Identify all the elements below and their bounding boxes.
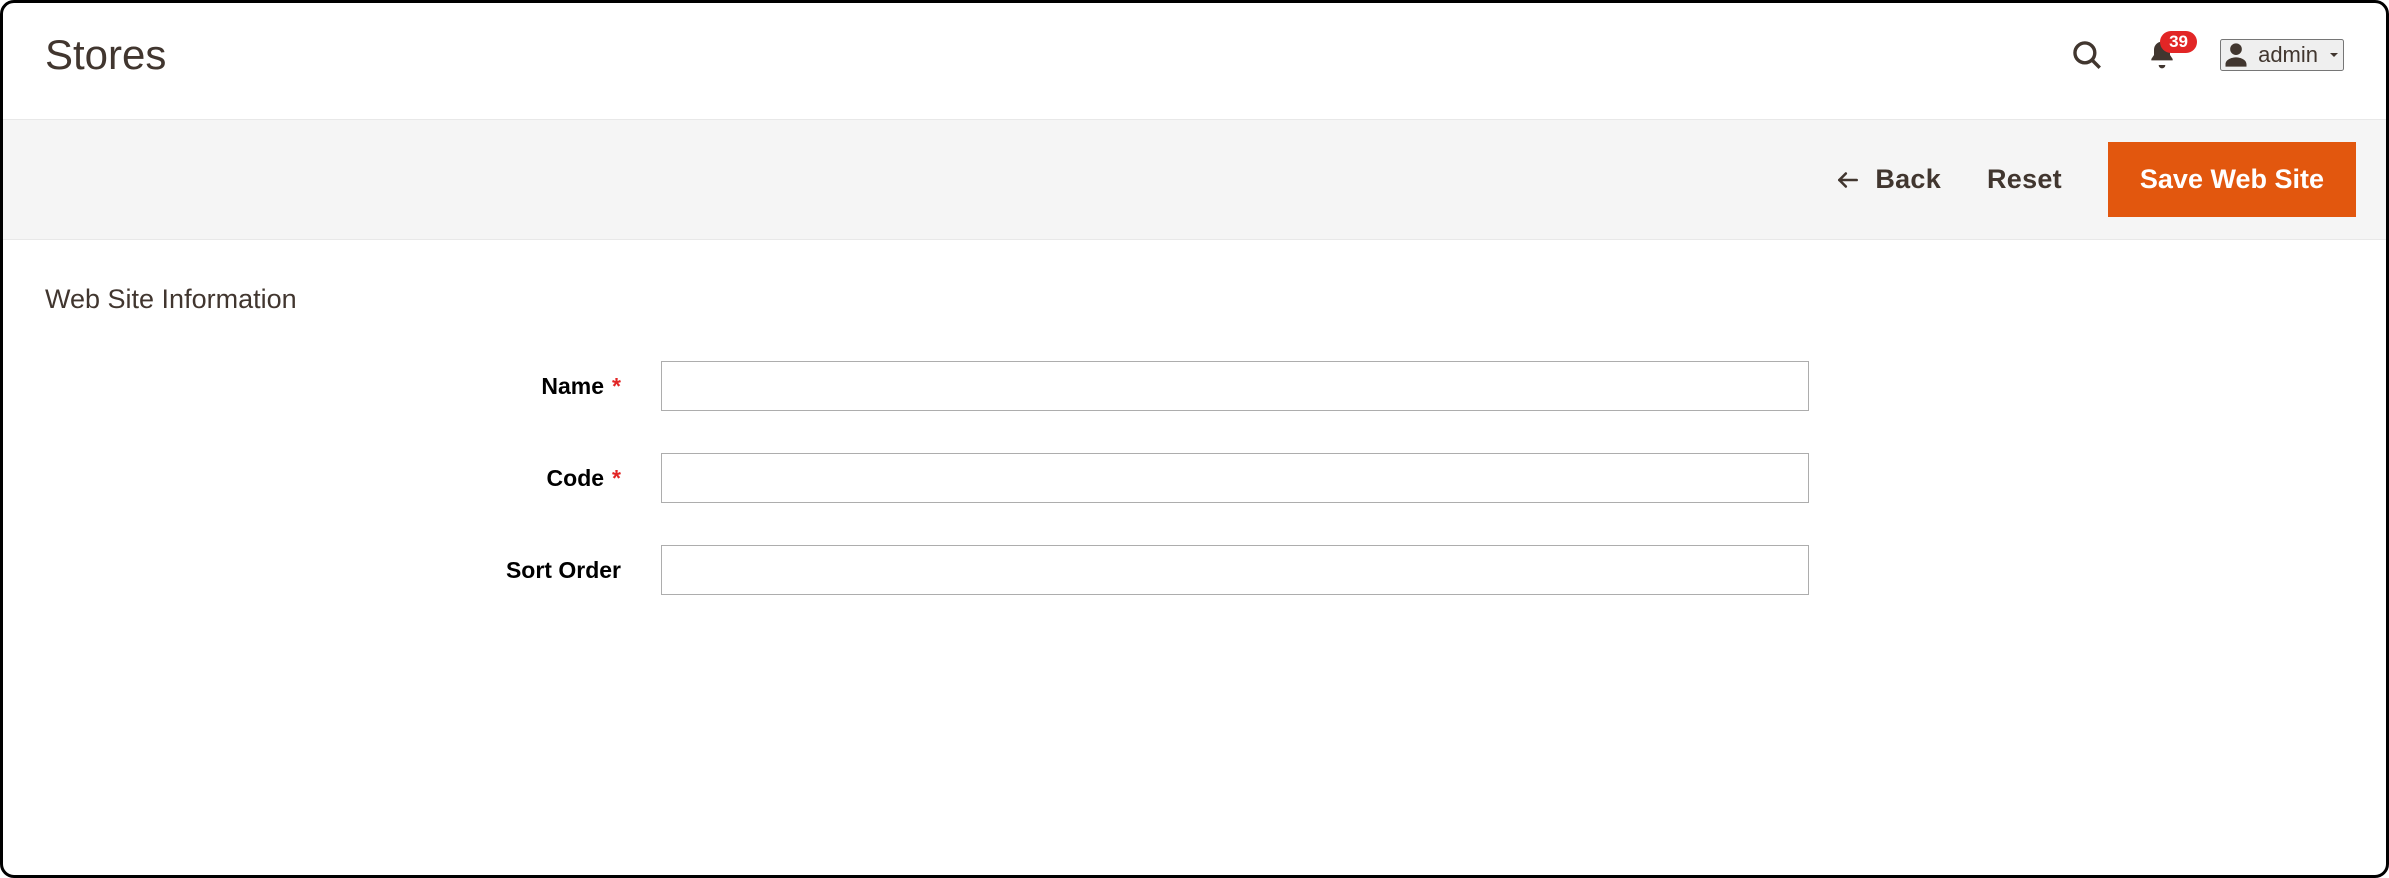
save-label: Save Web Site [2140,164,2324,194]
search-icon [2070,38,2104,72]
section-title: Web Site Information [45,284,2344,315]
user-icon [2222,41,2250,69]
field-label-sort-order: Sort Order [45,557,661,584]
field-row-name: Name* [45,361,2344,411]
page-root: Stores 39 admin Back Reset Save Web Sit [0,0,2389,878]
reset-label: Reset [1987,164,2062,195]
form-section: Web Site Information Name* Code* Sort Or… [3,240,2386,681]
sort-order-input[interactable] [661,545,1809,595]
reset-button[interactable]: Reset [1987,164,2062,195]
back-label: Back [1875,164,1941,195]
field-label-code: Code* [45,465,661,492]
header-actions: 39 admin [2070,38,2344,72]
page-title: Stores [45,31,166,79]
save-button[interactable]: Save Web Site [2108,142,2356,217]
field-row-sort-order: Sort Order [45,545,2344,595]
field-row-code: Code* [45,453,2344,503]
required-mark: * [612,373,621,399]
search-button[interactable] [2070,38,2104,72]
name-input[interactable] [661,361,1809,411]
action-bar: Back Reset Save Web Site [3,119,2386,240]
notifications-badge: 39 [2160,31,2197,53]
code-input[interactable] [661,453,1809,503]
notifications-button[interactable]: 39 [2146,39,2178,71]
arrow-left-icon [1835,167,1861,193]
user-label: admin [2258,42,2318,68]
back-button[interactable]: Back [1835,164,1941,195]
user-menu[interactable]: admin [2220,39,2344,71]
page-header: Stores 39 admin [3,3,2386,119]
required-mark: * [612,465,621,491]
field-label-name: Name* [45,373,661,400]
caret-down-icon [2326,47,2342,63]
